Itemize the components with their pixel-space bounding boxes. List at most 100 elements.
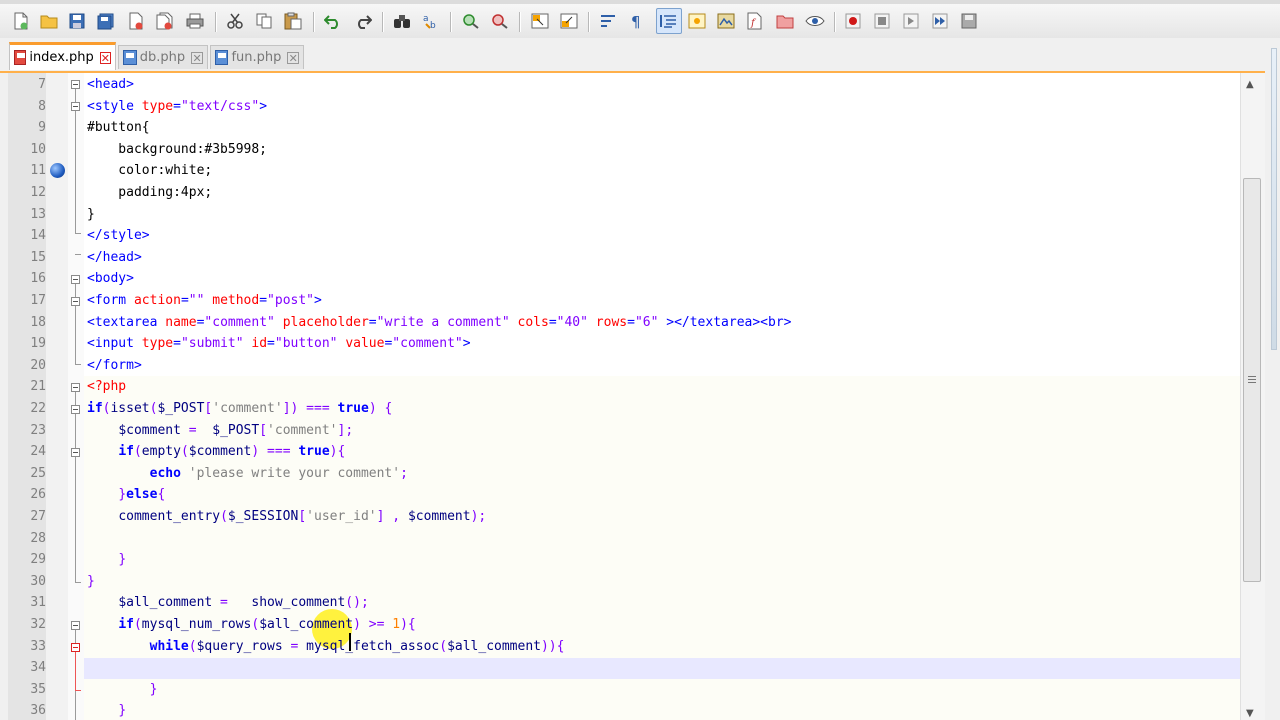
zoom-in-icon[interactable] xyxy=(460,10,482,32)
save-all-icon[interactable] xyxy=(95,10,117,32)
line-number: 9 xyxy=(38,120,46,136)
save-icon[interactable] xyxy=(66,10,88,32)
code-line: 7 <head> xyxy=(0,74,1240,96)
toolbar-separator xyxy=(382,12,384,32)
scroll-up-arrow-icon[interactable]: ▲ xyxy=(1246,79,1254,90)
tab-db-php[interactable]: db.php ✕ xyxy=(118,45,208,69)
line-number: 34 xyxy=(30,660,46,676)
text-cursor xyxy=(349,633,351,651)
line-number: 12 xyxy=(30,185,46,200)
indent-guide-icon[interactable] xyxy=(656,8,682,34)
code-text: $all_comment = show_comment(); xyxy=(118,595,369,611)
code-line: 34 xyxy=(0,657,1240,679)
panel-strip xyxy=(1271,48,1277,350)
line-number: 11 xyxy=(30,163,46,179)
tab-index-php[interactable]: index.php ✕ xyxy=(9,42,116,70)
code-line: 9 #button{ xyxy=(0,117,1240,139)
line-number: 36 xyxy=(30,703,46,719)
new-file-icon[interactable] xyxy=(10,10,32,32)
doc-map-icon[interactable] xyxy=(715,10,737,32)
code-line: 23 $comment = $_POST['comment']; xyxy=(0,420,1240,442)
scroll-down-arrow-icon[interactable]: ▼ xyxy=(1246,708,1254,719)
code-text: color:white; xyxy=(87,163,213,179)
copy-icon[interactable] xyxy=(253,10,275,32)
code-line: 31 $all_comment = show_comment(); xyxy=(0,592,1240,614)
line-number: 32 xyxy=(30,617,46,632)
code-line: 26 }else{ xyxy=(0,484,1240,506)
line-number: 15 xyxy=(30,249,46,265)
close-tab-icon[interactable]: ✕ xyxy=(99,51,111,64)
record-macro-icon[interactable] xyxy=(842,10,864,32)
main-toolbar: ab ¶ f xyxy=(0,4,1280,39)
line-number: 27 xyxy=(30,509,46,524)
scrollbar-grip xyxy=(1248,376,1256,377)
word-wrap-icon[interactable] xyxy=(598,10,620,32)
line-number: 30 xyxy=(30,573,46,589)
line-number: 20 xyxy=(30,357,46,373)
close-all-icon[interactable] xyxy=(154,10,176,32)
line-number: 28 xyxy=(30,530,46,546)
close-tab-icon[interactable]: ✕ xyxy=(287,51,299,64)
show-all-chars-icon[interactable]: ¶ xyxy=(626,10,648,32)
code-line: 14 </style> xyxy=(0,225,1240,247)
undo-icon[interactable] xyxy=(322,10,344,32)
open-file-icon[interactable] xyxy=(38,10,60,32)
save-macro-icon[interactable] xyxy=(959,10,981,32)
sync-vertical-icon[interactable] xyxy=(529,10,551,32)
code-editor[interactable]: 7 <head> 8 <style type="text/css"> 9 #butto… xyxy=(0,73,1280,720)
code-text: #button{ xyxy=(87,120,150,136)
find-icon[interactable] xyxy=(391,10,413,32)
code-line: 16 <body> xyxy=(0,268,1240,290)
monitoring-icon[interactable] xyxy=(804,10,826,32)
cut-icon[interactable] xyxy=(224,10,246,32)
line-number: 21 xyxy=(30,379,46,395)
code-text: }else{ xyxy=(118,487,166,503)
zoom-out-icon[interactable] xyxy=(489,10,511,32)
window-side-panel xyxy=(1265,38,1280,720)
print-icon[interactable] xyxy=(184,10,206,32)
line-number: 35 xyxy=(30,681,46,697)
line-number: 26 xyxy=(30,487,46,503)
code-text: <head> xyxy=(87,77,134,92)
code-text: if(mysql_num_rows($all_comment) >= 1){ xyxy=(118,617,416,632)
code-line: 32 if(mysql_num_rows($all_comment) >= 1)… xyxy=(0,614,1240,636)
toolbar-separator xyxy=(519,12,521,32)
stop-record-icon[interactable] xyxy=(871,10,893,32)
code-text: comment_entry($_SESSION['user_id'] , $co… xyxy=(118,509,487,524)
close-tab-icon[interactable]: ✕ xyxy=(191,51,203,64)
tab-fun-php[interactable]: fun.php ✕ xyxy=(210,45,304,69)
file-saved-icon xyxy=(123,50,137,65)
code-line: 28 xyxy=(0,528,1240,550)
function-list-icon[interactable]: f xyxy=(744,10,766,32)
scrollbar-thumb[interactable] xyxy=(1243,178,1261,582)
code-text: } xyxy=(149,681,158,697)
line-number: 17 xyxy=(30,293,46,308)
sync-horizontal-icon[interactable] xyxy=(558,10,580,32)
toolbar-separator xyxy=(313,12,315,32)
code-text: <textarea name="comment" placeholder="wr… xyxy=(87,314,792,330)
code-line: 22 if(isset($_POST['comment']) === true) … xyxy=(0,398,1240,420)
line-number: 19 xyxy=(30,336,46,352)
tab-label: fun.php xyxy=(231,50,282,65)
close-icon[interactable] xyxy=(125,10,147,32)
user-language-icon[interactable] xyxy=(686,10,708,32)
code-text: } xyxy=(118,703,127,719)
code-line: 10 background:#3b5998; xyxy=(0,139,1240,161)
toolbar-separator xyxy=(588,12,590,32)
line-number: 7 xyxy=(38,77,46,92)
code-line: 21 <?php xyxy=(0,376,1240,398)
code-text: </head> xyxy=(87,249,142,265)
paste-icon[interactable] xyxy=(282,10,304,32)
code-line: 33 while($query_rows = mysql_fetch_assoc… xyxy=(0,636,1240,658)
play-macro-icon[interactable] xyxy=(900,10,922,32)
code-line: 35 } xyxy=(0,679,1240,701)
line-number: 23 xyxy=(30,422,46,438)
svg-text:a: a xyxy=(423,14,429,24)
redo-icon[interactable] xyxy=(352,10,374,32)
code-text: <?php xyxy=(87,379,127,395)
folder-workspace-icon[interactable] xyxy=(774,10,796,32)
replace-icon[interactable]: ab xyxy=(420,10,442,32)
run-macro-multiple-icon[interactable] xyxy=(929,10,951,32)
line-number: 18 xyxy=(30,314,46,330)
toolbar-separator xyxy=(215,12,217,32)
